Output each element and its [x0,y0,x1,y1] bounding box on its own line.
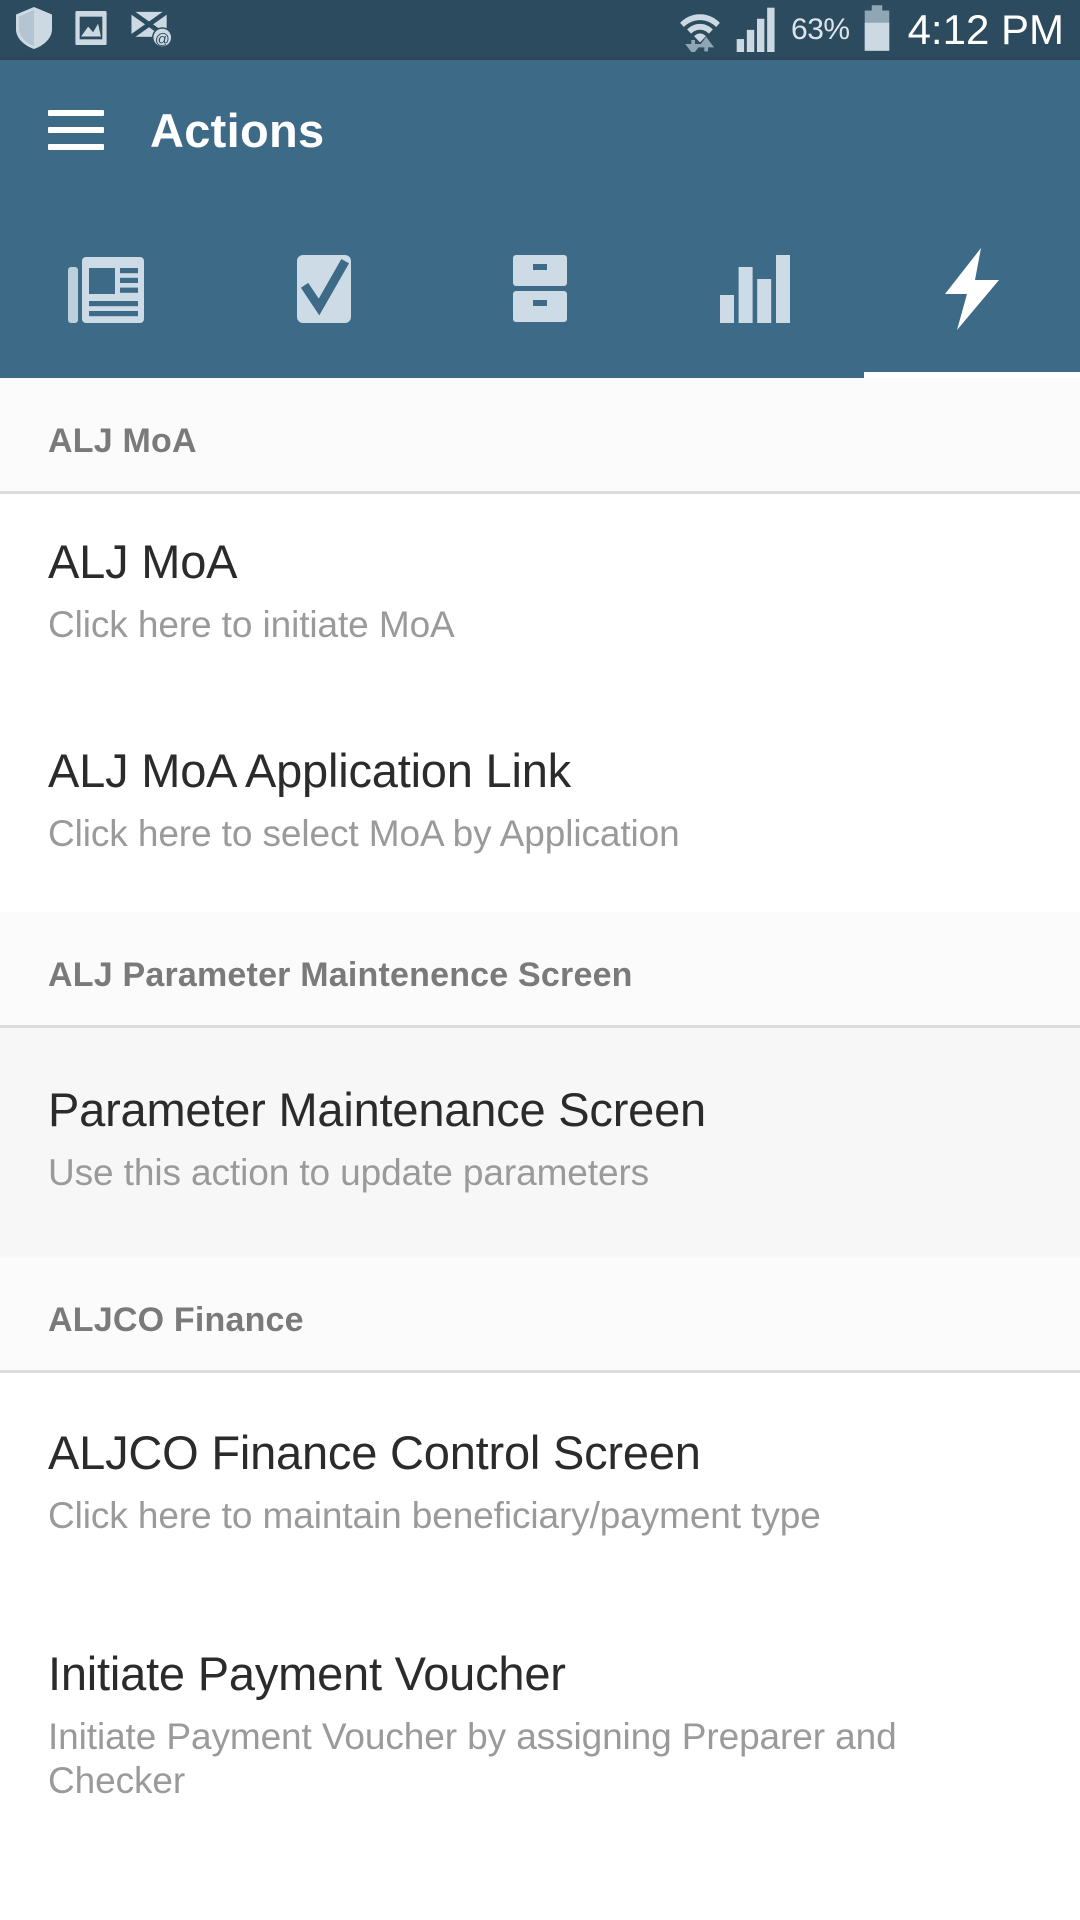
tab-archive[interactable] [432,218,648,378]
battery-percent-label: 63% [791,13,850,46]
actions-list[interactable]: ALJ MoA ALJ MoA Click here to initiate M… [0,378,1080,1920]
tab-reports[interactable] [648,218,864,378]
shield-icon [16,6,52,54]
status-bar-left-icons: @ [16,6,174,54]
list-item-title: Parameter Maintenance Screen [48,1083,706,1137]
status-bar-clock: 4:12 PM [907,6,1064,53]
list-item-title: ALJ MoA [48,535,238,588]
list-item[interactable]: Parameter Maintenance Screen Use this ac… [0,1028,1080,1258]
email-at-icon: @ [130,7,174,54]
list-item-subtitle: Initiate Payment Voucher by assigning Pr… [48,1715,897,1802]
list-item-subtitle: Click here to initiate MoA [48,603,455,645]
battery-icon [863,4,891,56]
wifi-transfer-icon [677,4,723,57]
app-bar-top-row: Actions [0,60,1080,200]
hamburger-menu-icon[interactable] [48,110,104,150]
list-item[interactable]: ALJCO Finance Control Screen Click here … [0,1373,1080,1589]
tab-actions[interactable] [864,218,1080,378]
list-item-title: Initiate Payment Voucher [48,1647,566,1701]
tab-news[interactable] [0,218,216,378]
section-header: ALJ MoA [0,378,1080,491]
photo-icon [74,7,108,54]
hamburger-bar-1 [48,110,104,116]
list-item[interactable]: Initiate Payment Voucher Initiate Paymen… [0,1588,1080,1842]
page-title: Actions [150,103,325,157]
app-bar: Actions [0,60,1080,378]
list-item-title: ALJCO Finance Control Screen [48,1426,701,1480]
status-bar-right-icons: 63% 4:12 PM [677,4,1064,57]
list-item-title: ALJ MoA Application Link [48,744,571,798]
tab-tasks[interactable] [216,218,432,378]
section-header: ALJ Parameter Maintenence Screen [0,912,1080,1026]
tab-bar [0,218,1080,378]
list-item-subtitle: Click here to maintain beneficiary/payme… [48,1494,821,1536]
list-item-subtitle: Click here to select MoA by Application [48,812,680,854]
list-item[interactable]: ALJ MoA Application Link Click here to s… [0,685,1080,913]
status-bar: @ 63% 4:12 PM [0,0,1080,60]
section-header: ALJCO Finance [0,1257,1080,1371]
hamburger-bar-3 [48,144,104,150]
cell-signal-icon [736,4,778,57]
list-item[interactable]: ALJ MoA Click here to initiate MoA [0,494,1080,686]
svg-text:@: @ [155,32,170,48]
list-item-subtitle: Use this action to update parameters [48,1151,650,1193]
hamburger-bar-2 [48,127,104,133]
